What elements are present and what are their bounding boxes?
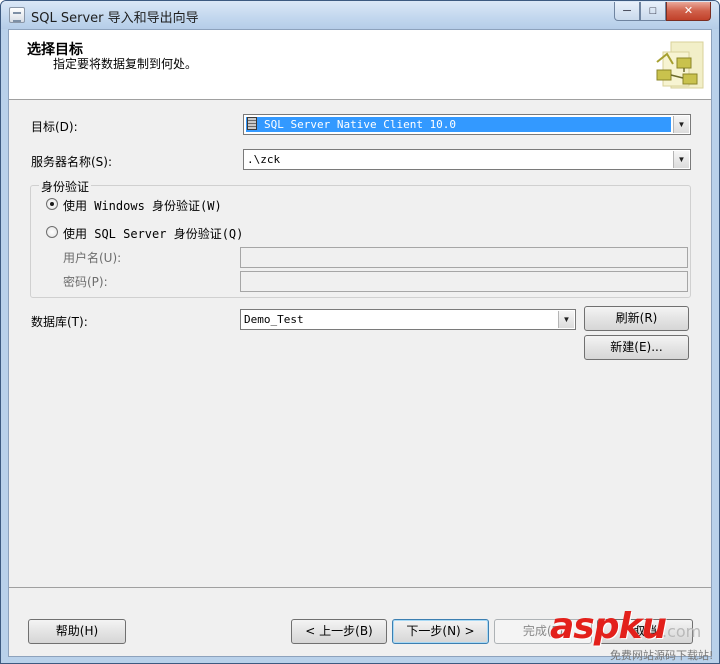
target-select[interactable]: SQL Server Native Client 10.0 ▼: [243, 114, 691, 135]
wizard-body: 选择目标 指定要将数据复制到何处。 目标(D): SQL Server Nati…: [8, 29, 712, 657]
back-button[interactable]: < 上一步(B): [291, 619, 387, 644]
password-field[interactable]: [240, 271, 688, 292]
app-icon: [9, 7, 25, 23]
site-watermark: aspku .com 免费网站源码下载站!: [550, 606, 719, 663]
watermark-brand: aspku: [550, 606, 667, 647]
wizard-flow-icon: [656, 41, 704, 89]
chevron-down-icon[interactable]: ▼: [673, 116, 689, 133]
help-button[interactable]: 帮助(H): [28, 619, 126, 644]
next-button[interactable]: 下一步(N) >: [392, 619, 489, 644]
server-label: 服务器名称(S):: [31, 155, 113, 169]
window-title: SQL Server 导入和导出向导: [31, 11, 199, 26]
database-select[interactable]: Demo_Test ▼: [240, 309, 576, 330]
auth-group-title: 身份验证: [39, 178, 92, 195]
username-label: 用户名(U):: [63, 251, 122, 265]
database-value: Demo_Test: [244, 313, 304, 326]
watermark-suffix: .com: [662, 622, 702, 641]
auth-sql-radio[interactable]: [46, 226, 58, 238]
new-database-button[interactable]: 新建(E)...: [584, 335, 689, 360]
watermark-tagline: 免费网站源码下载站!: [610, 649, 714, 662]
refresh-button[interactable]: 刷新(R): [584, 306, 689, 331]
close-button[interactable]: ✕: [666, 2, 711, 21]
database-provider-icon: [247, 117, 257, 130]
footer-divider: [9, 587, 711, 588]
maximize-button[interactable]: □: [640, 2, 666, 21]
wizard-header: 选择目标 指定要将数据复制到何处。: [9, 30, 711, 100]
database-label: 数据库(T):: [31, 315, 88, 329]
wizard-window: SQL Server 导入和导出向导 ─ □ ✕ 选择目标 指定要将数据复制到何…: [0, 0, 720, 664]
target-value: SQL Server Native Client 10.0: [246, 117, 671, 132]
chevron-down-icon[interactable]: ▼: [558, 311, 574, 328]
auth-sql-label[interactable]: 使用 SQL Server 身份验证(Q): [63, 225, 243, 242]
password-label: 密码(P):: [63, 275, 108, 289]
server-name-select[interactable]: .\zck ▼: [243, 149, 691, 170]
auth-windows-radio[interactable]: [46, 198, 58, 210]
minimize-button[interactable]: ─: [614, 2, 640, 21]
target-label: 目标(D):: [31, 120, 78, 134]
page-subtitle: 指定要将数据复制到何处。: [53, 57, 198, 71]
auth-windows-label[interactable]: 使用 Windows 身份验证(W): [63, 197, 222, 214]
server-value: .\zck: [247, 153, 281, 166]
title-bar[interactable]: SQL Server 导入和导出向导 ─ □ ✕: [1, 1, 719, 29]
chevron-down-icon[interactable]: ▼: [673, 151, 689, 168]
username-field[interactable]: [240, 247, 688, 268]
